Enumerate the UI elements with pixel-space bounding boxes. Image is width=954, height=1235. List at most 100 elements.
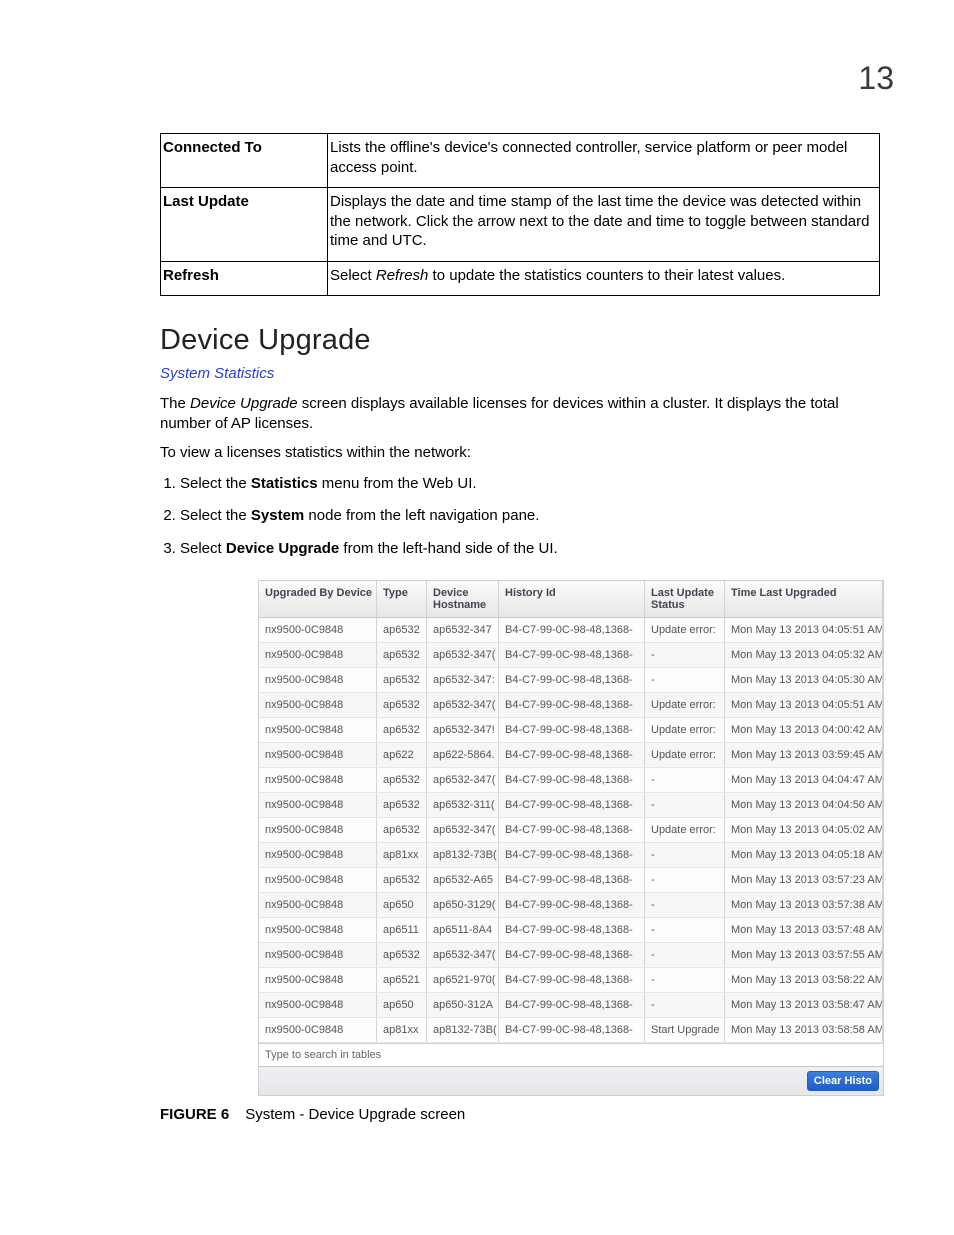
table-search-row: Type to search in tables (259, 1043, 883, 1066)
cell-upgraded-by: nx9500-0C9848 (259, 918, 377, 942)
cell-upgraded-by: nx9500-0C9848 (259, 618, 377, 642)
cell-type: ap650 (377, 993, 427, 1017)
table-row[interactable]: nx9500-0C9848ap6532ap6532-347(B4-C7-99-0… (259, 643, 883, 668)
cell-type: ap6532 (377, 618, 427, 642)
intro-pre: The (160, 395, 190, 412)
cell-history: B4-C7-99-0C-98-48,1368- (499, 668, 645, 692)
cell-history: B4-C7-99-0C-98-48,1368- (499, 918, 645, 942)
definition-desc: Select Refresh to update the statistics … (328, 261, 880, 296)
cell-time: Mon May 13 2013 03:59:45 AM (725, 743, 883, 767)
cell-type: ap6521 (377, 968, 427, 992)
definitions-table: Connected ToLists the offline's device's… (160, 133, 880, 296)
col-header-time[interactable]: Time Last Upgraded (725, 581, 883, 617)
col-header-hostname[interactable]: Device Hostname (427, 581, 499, 617)
col-header-upgraded-by[interactable]: Upgraded By Device (259, 581, 377, 617)
table-row[interactable]: nx9500-0C9848ap6532ap6532-347(B4-C7-99-0… (259, 693, 883, 718)
table-row[interactable]: nx9500-0C9848ap6532ap6532-A65B4-C7-99-0C… (259, 868, 883, 893)
cell-status: - (645, 793, 725, 817)
figure-caption: FIGURE 6 System - Device Upgrade screen (160, 1106, 894, 1123)
cell-status: Start Upgrade (645, 1018, 725, 1042)
table-row[interactable]: nx9500-0C9848ap622ap622-5864.B4-C7-99-0C… (259, 743, 883, 768)
cell-type: ap6532 (377, 768, 427, 792)
table-row[interactable]: nx9500-0C9848ap6532ap6532-347(B4-C7-99-0… (259, 943, 883, 968)
cell-hostname: ap6521-970( (427, 968, 499, 992)
table-body: nx9500-0C9848ap6532ap6532-347B4-C7-99-0C… (259, 618, 883, 1043)
cell-hostname: ap6511-8A4 (427, 918, 499, 942)
cell-hostname: ap6532-347( (427, 818, 499, 842)
cell-time: Mon May 13 2013 04:05:02 AM (725, 818, 883, 842)
cell-upgraded-by: nx9500-0C9848 (259, 993, 377, 1017)
figure-number: FIGURE 6 (160, 1106, 229, 1123)
cell-upgraded-by: nx9500-0C9848 (259, 643, 377, 667)
cell-hostname: ap6532-347! (427, 718, 499, 742)
lead-paragraph: To view a licenses statistics within the… (160, 443, 880, 463)
table-row[interactable]: nx9500-0C9848ap6521ap6521-970(B4-C7-99-0… (259, 968, 883, 993)
page-number: 13 (60, 60, 894, 97)
cell-hostname: ap8132-73B( (427, 843, 499, 867)
cell-hostname: ap6532-347( (427, 643, 499, 667)
cell-status: - (645, 868, 725, 892)
cell-hostname: ap6532-347: (427, 668, 499, 692)
section-subtitle-link[interactable]: System Statistics (160, 365, 880, 382)
definition-term: Last Update (161, 188, 328, 262)
cell-time: Mon May 13 2013 03:57:48 AM (725, 918, 883, 942)
cell-type: ap6532 (377, 693, 427, 717)
table-row[interactable]: nx9500-0C9848ap81xxap8132-73B(B4-C7-99-0… (259, 843, 883, 868)
clear-history-button[interactable]: Clear Histo (807, 1071, 879, 1091)
cell-status: Update error: (645, 818, 725, 842)
cell-status: Update error: (645, 718, 725, 742)
cell-type: ap6532 (377, 943, 427, 967)
cell-upgraded-by: nx9500-0C9848 (259, 893, 377, 917)
definition-desc: Lists the offline's device's connected c… (328, 134, 880, 188)
cell-history: B4-C7-99-0C-98-48,1368- (499, 718, 645, 742)
cell-upgraded-by: nx9500-0C9848 (259, 968, 377, 992)
cell-time: Mon May 13 2013 04:04:50 AM (725, 793, 883, 817)
figure-text: System - Device Upgrade screen (245, 1106, 465, 1123)
cell-hostname: ap6532-347 (427, 618, 499, 642)
cell-history: B4-C7-99-0C-98-48,1368- (499, 943, 645, 967)
col-header-label: Upgraded By Device (265, 587, 372, 599)
table-search-input[interactable]: Type to search in tables (265, 1049, 505, 1061)
cell-history: B4-C7-99-0C-98-48,1368- (499, 968, 645, 992)
table-row[interactable]: nx9500-0C9848ap81xxap8132-73B(B4-C7-99-0… (259, 1018, 883, 1043)
table-row[interactable]: nx9500-0C9848ap650ap650-3129(B4-C7-99-0C… (259, 893, 883, 918)
cell-hostname: ap650-3129( (427, 893, 499, 917)
cell-time: Mon May 13 2013 04:04:47 AM (725, 768, 883, 792)
table-header-row: Upgraded By Device Type Device Hostname … (259, 581, 883, 618)
table-row[interactable]: nx9500-0C9848ap6532ap6532-347:B4-C7-99-0… (259, 668, 883, 693)
cell-type: ap6532 (377, 818, 427, 842)
cell-history: B4-C7-99-0C-98-48,1368- (499, 868, 645, 892)
col-header-type[interactable]: Type (377, 581, 427, 617)
cell-type: ap6532 (377, 793, 427, 817)
cell-upgraded-by: nx9500-0C9848 (259, 768, 377, 792)
cell-status: - (645, 918, 725, 942)
cell-status: - (645, 668, 725, 692)
cell-hostname: ap6532-311( (427, 793, 499, 817)
cell-time: Mon May 13 2013 03:57:23 AM (725, 868, 883, 892)
table-row[interactable]: nx9500-0C9848ap6511ap6511-8A4B4-C7-99-0C… (259, 918, 883, 943)
cell-hostname: ap6532-A65 (427, 868, 499, 892)
cell-upgraded-by: nx9500-0C9848 (259, 943, 377, 967)
cell-time: Mon May 13 2013 04:05:51 AM (725, 693, 883, 717)
cell-upgraded-by: nx9500-0C9848 (259, 843, 377, 867)
col-header-status[interactable]: Last Update Status (645, 581, 725, 617)
table-row[interactable]: nx9500-0C9848ap6532ap6532-347!B4-C7-99-0… (259, 718, 883, 743)
table-row[interactable]: nx9500-0C9848ap6532ap6532-347(B4-C7-99-0… (259, 768, 883, 793)
table-row[interactable]: nx9500-0C9848ap6532ap6532-347B4-C7-99-0C… (259, 618, 883, 643)
cell-time: Mon May 13 2013 04:05:32 AM (725, 643, 883, 667)
cell-status: - (645, 643, 725, 667)
table-row[interactable]: nx9500-0C9848ap6532ap6532-347(B4-C7-99-0… (259, 818, 883, 843)
cell-type: ap622 (377, 743, 427, 767)
cell-upgraded-by: nx9500-0C9848 (259, 1018, 377, 1042)
intro-paragraph: The Device Upgrade screen displays avail… (160, 394, 880, 435)
table-row[interactable]: nx9500-0C9848ap6532ap6532-311(B4-C7-99-0… (259, 793, 883, 818)
cell-upgraded-by: nx9500-0C9848 (259, 693, 377, 717)
table-row[interactable]: nx9500-0C9848ap650ap650-312AB4-C7-99-0C-… (259, 993, 883, 1018)
col-header-history[interactable]: History Id (499, 581, 645, 617)
cell-type: ap6511 (377, 918, 427, 942)
cell-type: ap81xx (377, 1018, 427, 1042)
cell-status: - (645, 768, 725, 792)
cell-time: Mon May 13 2013 03:58:22 AM (725, 968, 883, 992)
definition-desc: Displays the date and time stamp of the … (328, 188, 880, 262)
cell-upgraded-by: nx9500-0C9848 (259, 793, 377, 817)
